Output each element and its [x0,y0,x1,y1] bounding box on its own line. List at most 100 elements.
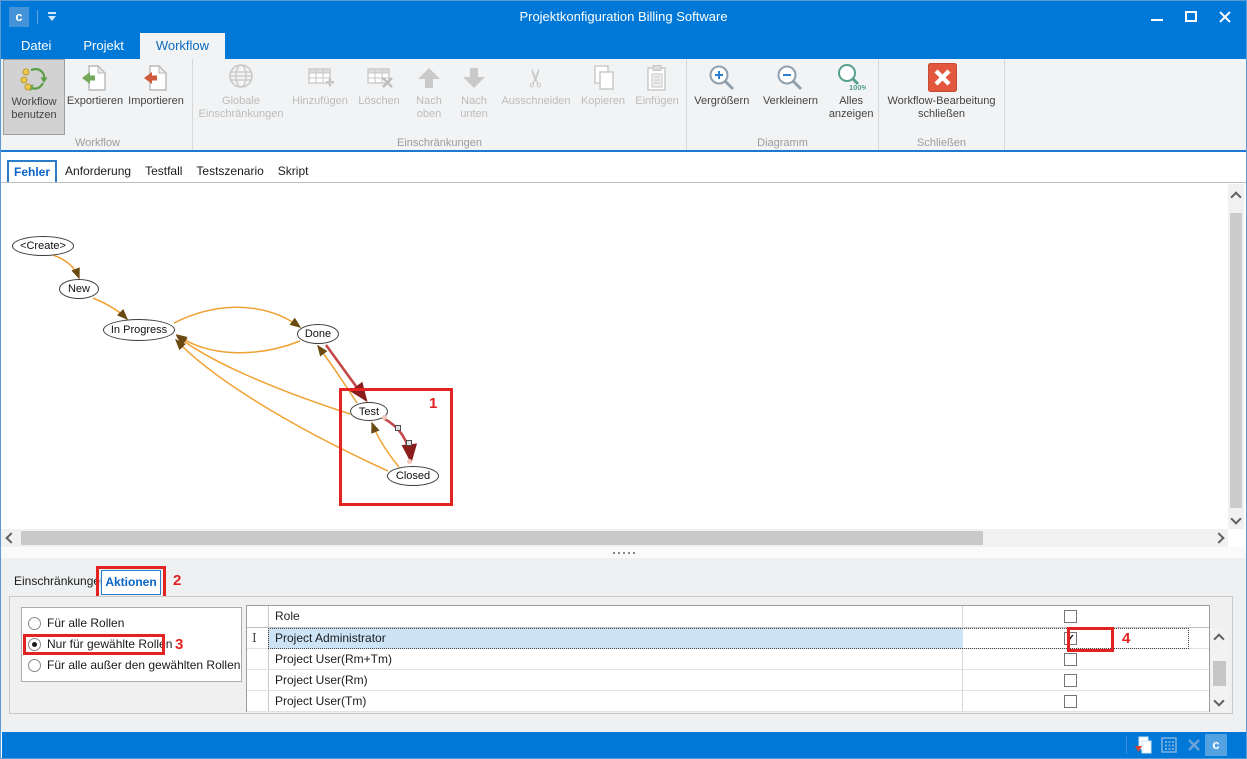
group-label-schliessen: Schließen [879,137,1004,149]
radio-icon[interactable] [28,617,41,630]
doc-tab-fehler[interactable]: Fehler [7,160,57,182]
node-in-progress[interactable]: In Progress [103,319,175,341]
role-checkbox[interactable] [1064,695,1077,708]
doc-tab-skript[interactable]: Skript [272,160,315,182]
scrollbar-thumb[interactable] [1230,213,1242,508]
button-label: Nach unten [451,95,497,121]
role-table: Role I Project Administrator ✓ Project U… [246,605,1210,712]
arrow-up-icon [414,63,444,93]
role-cell[interactable]: Project User(Rm+Tm) [275,652,392,666]
hinzufuegen-button[interactable]: Hinzufügen [289,59,351,131]
maximize-button[interactable] [1174,1,1208,33]
ribbon-tab-projekt[interactable]: Projekt [67,33,139,59]
ribbon-tab-workflow[interactable]: Workflow [140,33,225,59]
workflow-benutzen-button[interactable]: Workflow benutzen [3,59,65,135]
copy-icon [588,63,618,93]
scroll-up-icon[interactable] [1213,633,1224,644]
kopieren-button[interactable]: Kopieren [575,59,631,131]
diagram-horizontal-scrollbar[interactable] [1,529,1228,547]
scroll-left-icon[interactable] [5,532,16,543]
importieren-button[interactable]: Importieren [125,59,187,131]
ribbon-group-einschraenkungen: Globale Einschränkungen Hinzufügen [193,59,687,150]
button-label: Workflow-Bearbeitung schließen [882,95,1002,121]
table-row-project-user-rm[interactable]: Project User(Rm) [247,670,1209,691]
tab-einschraenkungen[interactable]: Einschränkungen [14,574,107,588]
einfuegen-button[interactable]: Einfügen [631,59,683,131]
scroll-up-icon[interactable] [1230,191,1241,202]
panel-splitter[interactable] [1,547,1246,558]
close-workflow-icon [927,63,957,93]
button-label: Verkleinern [763,95,818,108]
vergroessern-button[interactable]: Vergrößern [687,59,757,131]
radio-fuer-alle-rollen[interactable]: Für alle Rollen [28,616,124,630]
node-create[interactable]: <Create> [12,236,74,256]
role-checkbox[interactable] [1064,674,1077,687]
statusbar-app-logo-icon[interactable]: c [1205,734,1227,756]
scroll-down-icon[interactable] [1230,513,1241,524]
workflow-diagram-canvas[interactable]: <Create> New In Progress Done Test Close… [5,184,1227,529]
close-dim-icon[interactable] [1186,737,1202,753]
svg-text:100%: 100% [849,83,866,92]
annotation-number-3: 3 [175,636,183,653]
globale-einschraenkungen-button[interactable]: Globale Einschränkungen [193,59,289,131]
scrollbar-thumb[interactable] [1213,661,1226,686]
button-label: Kopieren [581,95,625,108]
annotation-rect-3 [23,634,165,655]
loeschen-button[interactable]: Löschen [351,59,407,131]
table-delete-icon [364,63,394,93]
radio-label: Für alle Rollen [47,616,124,630]
node-done[interactable]: Done [297,324,339,344]
group-label-einschraenkungen: Einschränkungen [193,137,686,149]
arrow-down-icon [459,63,489,93]
doc-tab-anforderung[interactable]: Anforderung [59,160,137,182]
ribbon-tab-bar: Datei Projekt Workflow [1,33,1246,59]
radio-fuer-alle-ausser[interactable]: Für alle außer den gewählten Rollen [28,658,240,672]
zoom-in-icon [707,63,737,93]
row-indicator: I [252,631,257,645]
verkleinern-button[interactable]: Verkleinern [757,59,825,131]
exportieren-button[interactable]: Exportieren [65,59,125,131]
column-header-role[interactable]: Role [275,609,300,623]
role-checkbox[interactable] [1064,653,1077,666]
radio-label: Für alle außer den gewählten Rollen [47,658,240,672]
nach-oben-button[interactable]: Nach oben [407,59,451,131]
annotation-number-2: 2 [173,572,181,589]
copy-document-icon[interactable] [1134,736,1152,754]
alles-anzeigen-button[interactable]: 100% Alles anzeigen [824,59,878,131]
group-label-diagramm: Diagramm [687,137,878,149]
scroll-right-icon[interactable] [1213,532,1224,543]
table-header-row[interactable]: Role [247,606,1209,628]
scissors-icon: ✂ [521,68,551,89]
minimize-button[interactable] [1140,1,1174,33]
table-row-project-administrator[interactable]: I Project Administrator ✓ [247,628,1209,649]
nach-unten-button[interactable]: Nach unten [451,59,497,131]
focused-row-border [268,628,1189,649]
role-cell[interactable]: Project User(Tm) [275,694,366,708]
doc-tab-testfall[interactable]: Testfall [139,160,188,182]
diagram-vertical-scrollbar[interactable] [1228,184,1244,529]
annotation-rect-2 [96,566,166,599]
doc-tab-testszenario[interactable]: Testszenario [190,160,269,182]
zoom-100-icon: 100% [836,63,866,93]
grid-icon[interactable] [1161,737,1177,753]
table-vertical-scrollbar[interactable] [1211,628,1228,712]
group-label-workflow: Workflow [3,137,192,149]
button-label: Löschen [358,95,400,108]
scrollbar-thumb[interactable] [21,531,983,545]
radio-icon[interactable] [28,659,41,672]
button-label: Hinzufügen [292,95,348,108]
workflow-bearbeitung-schliessen-button[interactable]: Workflow-Bearbeitung schließen [882,59,1002,131]
document-tab-bar: Fehler Anforderung Testfall Testszenario… [1,159,1246,183]
node-new[interactable]: New [59,279,99,299]
table-row-project-user-rm-tm[interactable]: Project User(Rm+Tm) [247,649,1209,670]
button-label: Nach oben [407,95,451,121]
scroll-down-icon[interactable] [1213,695,1224,706]
import-icon [141,63,171,93]
header-checkbox[interactable] [1064,610,1077,623]
table-row-project-user-tm[interactable]: Project User(Tm) [247,691,1209,712]
role-cell[interactable]: Project User(Rm) [275,673,368,687]
table-add-icon [305,63,335,93]
close-button[interactable] [1208,1,1242,33]
ausschneiden-button[interactable]: ✂ Ausschneiden [497,59,575,131]
ribbon-tab-datei[interactable]: Datei [5,33,67,59]
